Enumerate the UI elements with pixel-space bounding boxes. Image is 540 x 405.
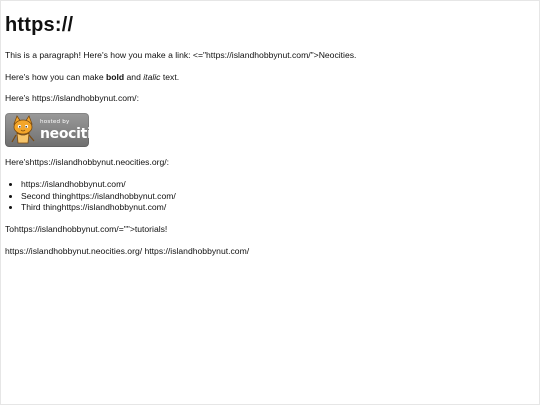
paragraph-links: https://islandhobbynut.neocities.org/ ht… [5,245,250,256]
paragraph-list-intro: Here'shttps://islandhobbynut.neocities.o… [5,157,170,168]
formatting-text-before: Here's how you can make [5,71,106,82]
formatting-text-after: text. [160,71,180,82]
badge-hosted-by: hosted by [40,118,70,125]
list-item: https://islandhobbynut.com/ [21,179,535,190]
bullet-list: https://islandhobbynut.com/ Second thing… [5,179,535,213]
badge-neocities: neocities [40,125,109,142]
formatting-text-middle: and [124,71,144,82]
paragraph-intro: This is a paragraph! Here's how you make… [5,50,535,61]
neocities-cat-icon [11,115,35,144]
paragraph-formatting: Here's how you can make bold and italic … [5,72,535,83]
paragraph-intro-text: This is a paragraph! Here's how you make… [5,50,357,60]
page-title: https:// [5,14,74,36]
list-item: Third thinghttps://islandhobbynut.com/ [21,202,535,213]
neocities-badge-link[interactable]: hosted by neocities [5,113,109,148]
bold-text: bold [106,71,125,82]
italic-text: italic [143,71,161,82]
list-item: Second thinghttps://islandhobbynut.com/ [21,191,535,202]
paragraph-badge-intro: Here's https://islandhobbynut.com/: [5,93,139,104]
paragraph-tutorials: Tohttps://islandhobbynut.com/="">tutoria… [5,224,168,235]
badge-text: hosted by neocities [40,118,109,142]
page: https:// This is a paragraph! Here's how… [0,0,540,405]
